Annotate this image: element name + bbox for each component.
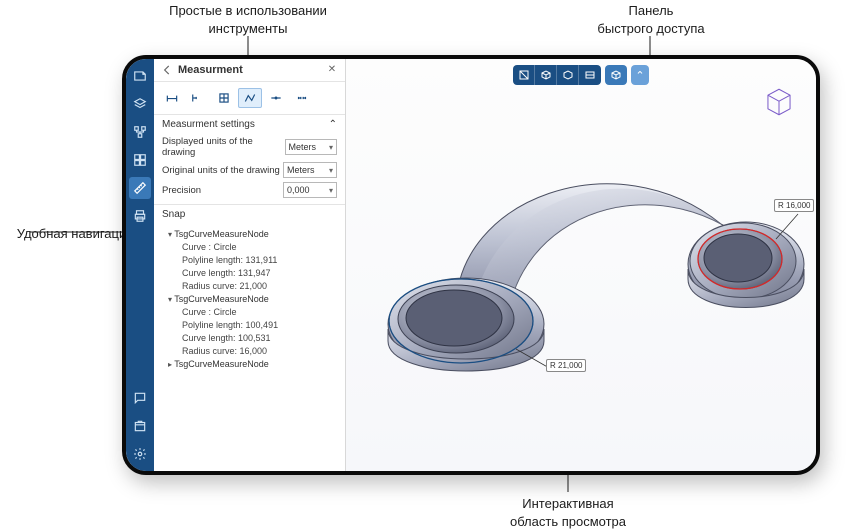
close-icon[interactable]: ✕: [325, 63, 339, 77]
tree-leaf: Polyline length: 100,491: [168, 319, 339, 332]
tree-node[interactable]: TsgCurveMeasureNode: [168, 358, 339, 371]
measure-toolrow: [154, 82, 345, 115]
qat-group-1: [513, 65, 601, 85]
tree-leaf: Radius curve: 21,000: [168, 280, 339, 293]
chevron-down-icon: ▾: [329, 166, 333, 175]
tool-polyline-icon[interactable]: [238, 88, 262, 108]
tree-leaf: Polyline length: 131,911: [168, 254, 339, 267]
displayed-units-dropdown[interactable]: Meters ▾: [285, 139, 337, 155]
panel-title: Measurment: [178, 64, 325, 76]
tool-distance-icon[interactable]: [160, 88, 184, 108]
snap-label: Snap: [162, 209, 185, 220]
qat-group-3: ⌃: [631, 65, 649, 85]
radius-label-2: R 21,000: [546, 359, 586, 372]
qat-section-icon[interactable]: [579, 65, 601, 85]
nav-measure-icon[interactable]: [129, 177, 151, 199]
nav-tree-icon[interactable]: [129, 121, 151, 143]
settings-label: Measurment settings: [162, 119, 255, 130]
nav-chat-icon[interactable]: [129, 387, 151, 409]
precision-row: Precision 0,000 ▾: [154, 180, 345, 200]
radius-label-1: R 16,000: [774, 199, 814, 212]
snap-section[interactable]: Snap: [154, 204, 345, 224]
panel-header: Measurment ✕: [154, 59, 345, 82]
original-units-dropdown[interactable]: Meters ▾: [283, 162, 337, 178]
left-nav-bar: [126, 59, 154, 471]
measurement-panel: Measurment ✕ Measurment settings ⌃ Displ…: [154, 59, 346, 471]
measurement-tree: TsgCurveMeasureNode Curve : Circle Polyl…: [154, 224, 345, 376]
nav-print-icon[interactable]: [129, 205, 151, 227]
displayed-units-value: Meters: [289, 142, 317, 152]
viewport-3d[interactable]: ⌃: [346, 59, 816, 471]
chevron-down-icon: ▾: [329, 143, 333, 152]
tree-node[interactable]: TsgCurveMeasureNode: [168, 228, 339, 241]
tree-leaf: Radius curve: 16,000: [168, 345, 339, 358]
displayed-units-label: Displayed units of the drawing: [162, 136, 285, 158]
back-icon[interactable]: [160, 63, 174, 77]
precision-value: 0,000: [287, 185, 310, 195]
chevron-down-icon: ▾: [329, 186, 333, 195]
quick-access-toolbar: ⌃: [513, 65, 649, 85]
qat-group-2: [605, 65, 627, 85]
qat-wireframe-icon[interactable]: [557, 65, 579, 85]
tool-area-icon[interactable]: [212, 88, 236, 108]
tool-point-icon[interactable]: [264, 88, 288, 108]
callout-tools: Простые в использовании инструменты: [158, 2, 338, 37]
original-units-value: Meters: [287, 165, 315, 175]
tree-leaf: Curve length: 100,531: [168, 332, 339, 345]
tree-leaf: Curve : Circle: [168, 306, 339, 319]
nav-open-icon[interactable]: [129, 65, 151, 87]
nav-package-icon[interactable]: [129, 415, 151, 437]
precision-dropdown[interactable]: 0,000 ▾: [283, 182, 337, 198]
tree-node[interactable]: TsgCurveMeasureNode: [168, 293, 339, 306]
displayed-units-row: Displayed units of the drawing Meters ▾: [154, 134, 345, 160]
tree-leaf: Curve length: 131,947: [168, 267, 339, 280]
precision-label: Precision: [162, 185, 201, 196]
qat-box-icon[interactable]: [535, 65, 557, 85]
tree-leaf: Curve : Circle: [168, 241, 339, 254]
qat-home-icon[interactable]: [513, 65, 535, 85]
nav-blocks-icon[interactable]: [129, 149, 151, 171]
nav-settings-icon[interactable]: [129, 443, 151, 465]
original-units-label: Original units of the drawing: [162, 165, 280, 176]
tablet-frame: Measurment ✕ Measurment settings ⌃ Displ…: [122, 55, 820, 475]
nav-layers-icon[interactable]: [129, 93, 151, 115]
tool-aligned-icon[interactable]: [290, 88, 314, 108]
callout-quick-access: Панель быстрого доступа: [566, 2, 736, 37]
qat-expand-icon[interactable]: ⌃: [631, 65, 649, 85]
settings-section[interactable]: Measurment settings ⌃: [154, 115, 345, 134]
callout-viewport: Интерактивная область просмотра: [478, 495, 658, 530]
chevron-up-icon[interactable]: ⌃: [329, 119, 337, 130]
tool-edge-icon[interactable]: [186, 88, 210, 108]
original-units-row: Original units of the drawing Meters ▾: [154, 160, 345, 180]
qat-cube-icon[interactable]: [605, 65, 627, 85]
